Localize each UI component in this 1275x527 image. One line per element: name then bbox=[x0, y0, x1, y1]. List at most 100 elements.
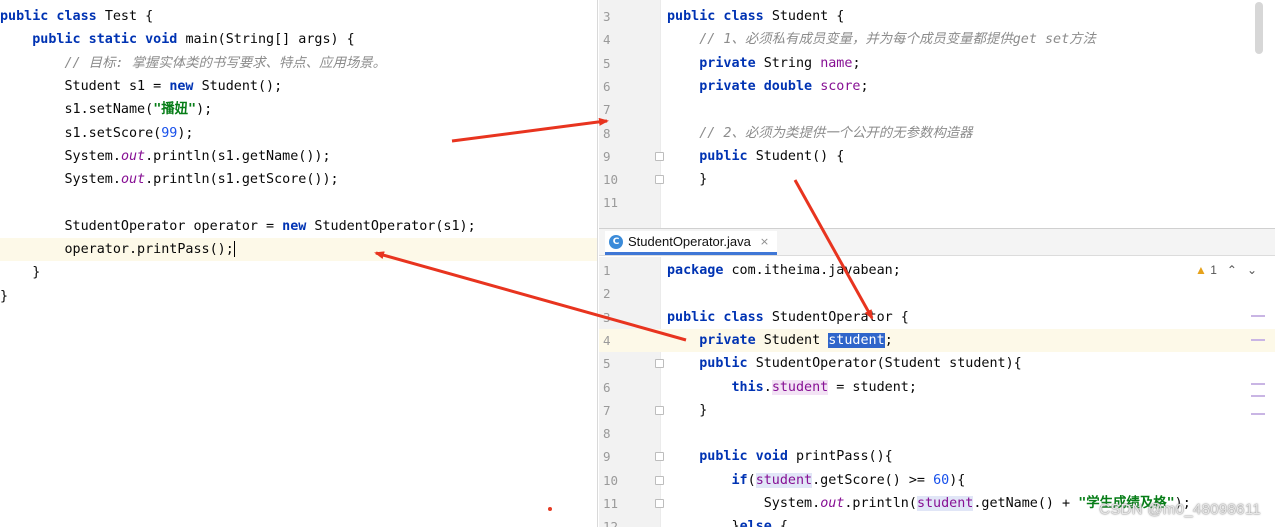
fold-toggle-icon[interactable] bbox=[655, 499, 664, 508]
code-token: String bbox=[763, 55, 821, 71]
code-token: public bbox=[699, 148, 756, 164]
fold-toggle-icon[interactable] bbox=[655, 151, 664, 161]
code-line[interactable]: 6 this.student = student; bbox=[599, 376, 1275, 399]
code-token: .println(s1.getName()); bbox=[145, 148, 331, 164]
code-line[interactable]: 10 } bbox=[599, 168, 1275, 191]
code-token: } bbox=[0, 265, 41, 281]
code-line[interactable]: 5 private String name; bbox=[599, 52, 1275, 75]
fold-toggle-icon[interactable] bbox=[655, 405, 664, 415]
code-token: System. bbox=[0, 172, 121, 188]
code-line[interactable]: 1 package com.itheima.javabean; bbox=[599, 259, 1275, 282]
code-line[interactable]: } bbox=[0, 285, 597, 308]
line-number: 2 bbox=[603, 286, 611, 302]
code-line[interactable]: operator.printPass(); bbox=[0, 238, 597, 262]
code-line[interactable] bbox=[0, 191, 597, 214]
close-tab-icon[interactable]: × bbox=[760, 235, 769, 248]
code-text: }else { bbox=[667, 515, 788, 527]
code-line[interactable]: // 目标: 掌握实体类的书写要求、特点、应用场景。 bbox=[0, 52, 597, 75]
code-text: public StudentOperator(Student student){ bbox=[667, 352, 1021, 375]
code-line[interactable]: 3 public class Student { bbox=[599, 5, 1275, 28]
code-token: public void bbox=[699, 449, 796, 465]
code-token: } bbox=[0, 288, 9, 304]
fold-toggle-icon[interactable] bbox=[655, 359, 664, 369]
code-line[interactable]: 9 public Student() { bbox=[599, 145, 1275, 168]
code-line[interactable]: System.out.println(s1.getName()); bbox=[0, 145, 597, 168]
line-number: 3 bbox=[603, 9, 611, 24]
code-line[interactable]: 8 // 2、必须为类提供一个公开的无参数构造器 bbox=[599, 122, 1275, 145]
code-text: } bbox=[667, 168, 707, 191]
code-token: student bbox=[771, 379, 829, 395]
code-line[interactable]: 11 bbox=[599, 191, 1275, 214]
code-line[interactable]: Student s1 = new Student(); bbox=[0, 75, 597, 98]
code-line[interactable]: 5 public StudentOperator(Student student… bbox=[599, 352, 1275, 375]
code-line[interactable]: s1.setScore(99); bbox=[0, 122, 597, 145]
scrollbar-marker bbox=[1251, 413, 1265, 415]
code-line[interactable]: 3 public class StudentOperator { bbox=[599, 306, 1275, 329]
red-dot bbox=[548, 507, 552, 511]
code-text: } bbox=[0, 285, 8, 308]
line-number: 11 bbox=[603, 195, 619, 211]
code-text: System.out.println(s1.getName()); bbox=[0, 145, 331, 168]
code-token: } bbox=[667, 402, 708, 418]
code-text: } bbox=[667, 399, 707, 422]
java-class-icon: C bbox=[609, 234, 623, 249]
code-token: ; bbox=[884, 332, 893, 348]
editor-tab-bar: C StudentOperator.java × bbox=[599, 229, 1275, 256]
code-line[interactable]: 8 bbox=[599, 422, 1275, 445]
student-operator-editor-pane[interactable]: C StudentOperator.java × 1 package com.it… bbox=[599, 228, 1275, 527]
inspection-widget[interactable]: ▲ 1 ⌃ ⌄ bbox=[1195, 263, 1257, 277]
code-token: } bbox=[667, 172, 708, 188]
line-number: 11 bbox=[603, 496, 619, 511]
code-text: private String name; bbox=[667, 52, 860, 75]
code-token: { bbox=[779, 519, 788, 527]
code-token: private bbox=[699, 55, 764, 71]
code-line[interactable]: 2 bbox=[599, 282, 1275, 305]
code-token: Test { bbox=[104, 9, 154, 24]
code-token: s1.setName( bbox=[0, 102, 154, 118]
code-line[interactable]: 4 // 1、必须私有成员变量，并为每个成员变量都提供get set方法 bbox=[599, 28, 1275, 51]
code-token: StudentOperator(s1); bbox=[314, 218, 476, 234]
scrollbar-marker bbox=[1251, 395, 1265, 397]
left-editor-pane[interactable]: public class Test { public static void m… bbox=[0, 0, 598, 527]
code-line[interactable]: StudentOperator operator = new StudentOp… bbox=[0, 215, 597, 238]
code-line[interactable]: public class Test { bbox=[0, 5, 597, 28]
previous-highlight-icon[interactable]: ⌃ bbox=[1227, 263, 1237, 277]
code-line[interactable]: 7 bbox=[599, 98, 1275, 121]
code-line[interactable]: 10 if(student.getScore() >= 60){ bbox=[599, 469, 1275, 492]
next-highlight-icon[interactable]: ⌄ bbox=[1247, 263, 1257, 277]
code-line[interactable]: } bbox=[0, 261, 597, 284]
code-line[interactable]: System.out.println(s1.getScore()); bbox=[0, 168, 597, 191]
csdn-watermark: CSDN @m0_48098611 bbox=[1099, 501, 1261, 518]
code-line[interactable]: s1.setName("播妞"); bbox=[0, 98, 597, 121]
code-line[interactable]: public static void main(String[] args) { bbox=[0, 28, 597, 51]
code-text: private double score; bbox=[667, 75, 869, 98]
code-token: Student bbox=[763, 332, 829, 348]
line-number: 10 bbox=[603, 472, 619, 488]
line-number: 4 bbox=[603, 32, 611, 48]
code-token: printPass(){ bbox=[796, 449, 893, 465]
code-token: // 2、必须为类提供一个公开的无参数构造器 bbox=[699, 125, 973, 141]
fold-toggle-icon[interactable] bbox=[655, 175, 664, 185]
code-text: package com.itheima.javabean; bbox=[667, 259, 901, 282]
vertical-scrollbar[interactable] bbox=[1255, 2, 1263, 54]
fold-toggle-icon[interactable] bbox=[655, 452, 664, 462]
code-token: .getScore() >= bbox=[812, 472, 934, 488]
code-token: out bbox=[120, 148, 146, 164]
code-token: public class bbox=[667, 9, 772, 24]
code-line[interactable]: 6 private double score; bbox=[599, 75, 1275, 98]
code-token: this bbox=[731, 379, 764, 395]
code-token: student bbox=[916, 496, 974, 511]
line-number: 7 bbox=[603, 102, 611, 118]
line-number: 1 bbox=[603, 263, 611, 278]
tab-student-operator-java[interactable]: C StudentOperator.java × bbox=[605, 231, 778, 255]
code-line[interactable]: 9 public void printPass(){ bbox=[599, 445, 1275, 468]
code-line[interactable]: 4 private Student student; bbox=[599, 328, 1275, 353]
student-editor-pane[interactable]: 3 public class Student {4 // 1、必须私有成员变量，并… bbox=[599, 0, 1275, 228]
code-text: public class Student { bbox=[667, 5, 844, 28]
code-line[interactable]: 7 } bbox=[599, 399, 1275, 422]
fold-toggle-icon[interactable] bbox=[655, 475, 664, 485]
code-token: Student(); bbox=[201, 78, 283, 94]
code-token: ; bbox=[860, 78, 869, 94]
